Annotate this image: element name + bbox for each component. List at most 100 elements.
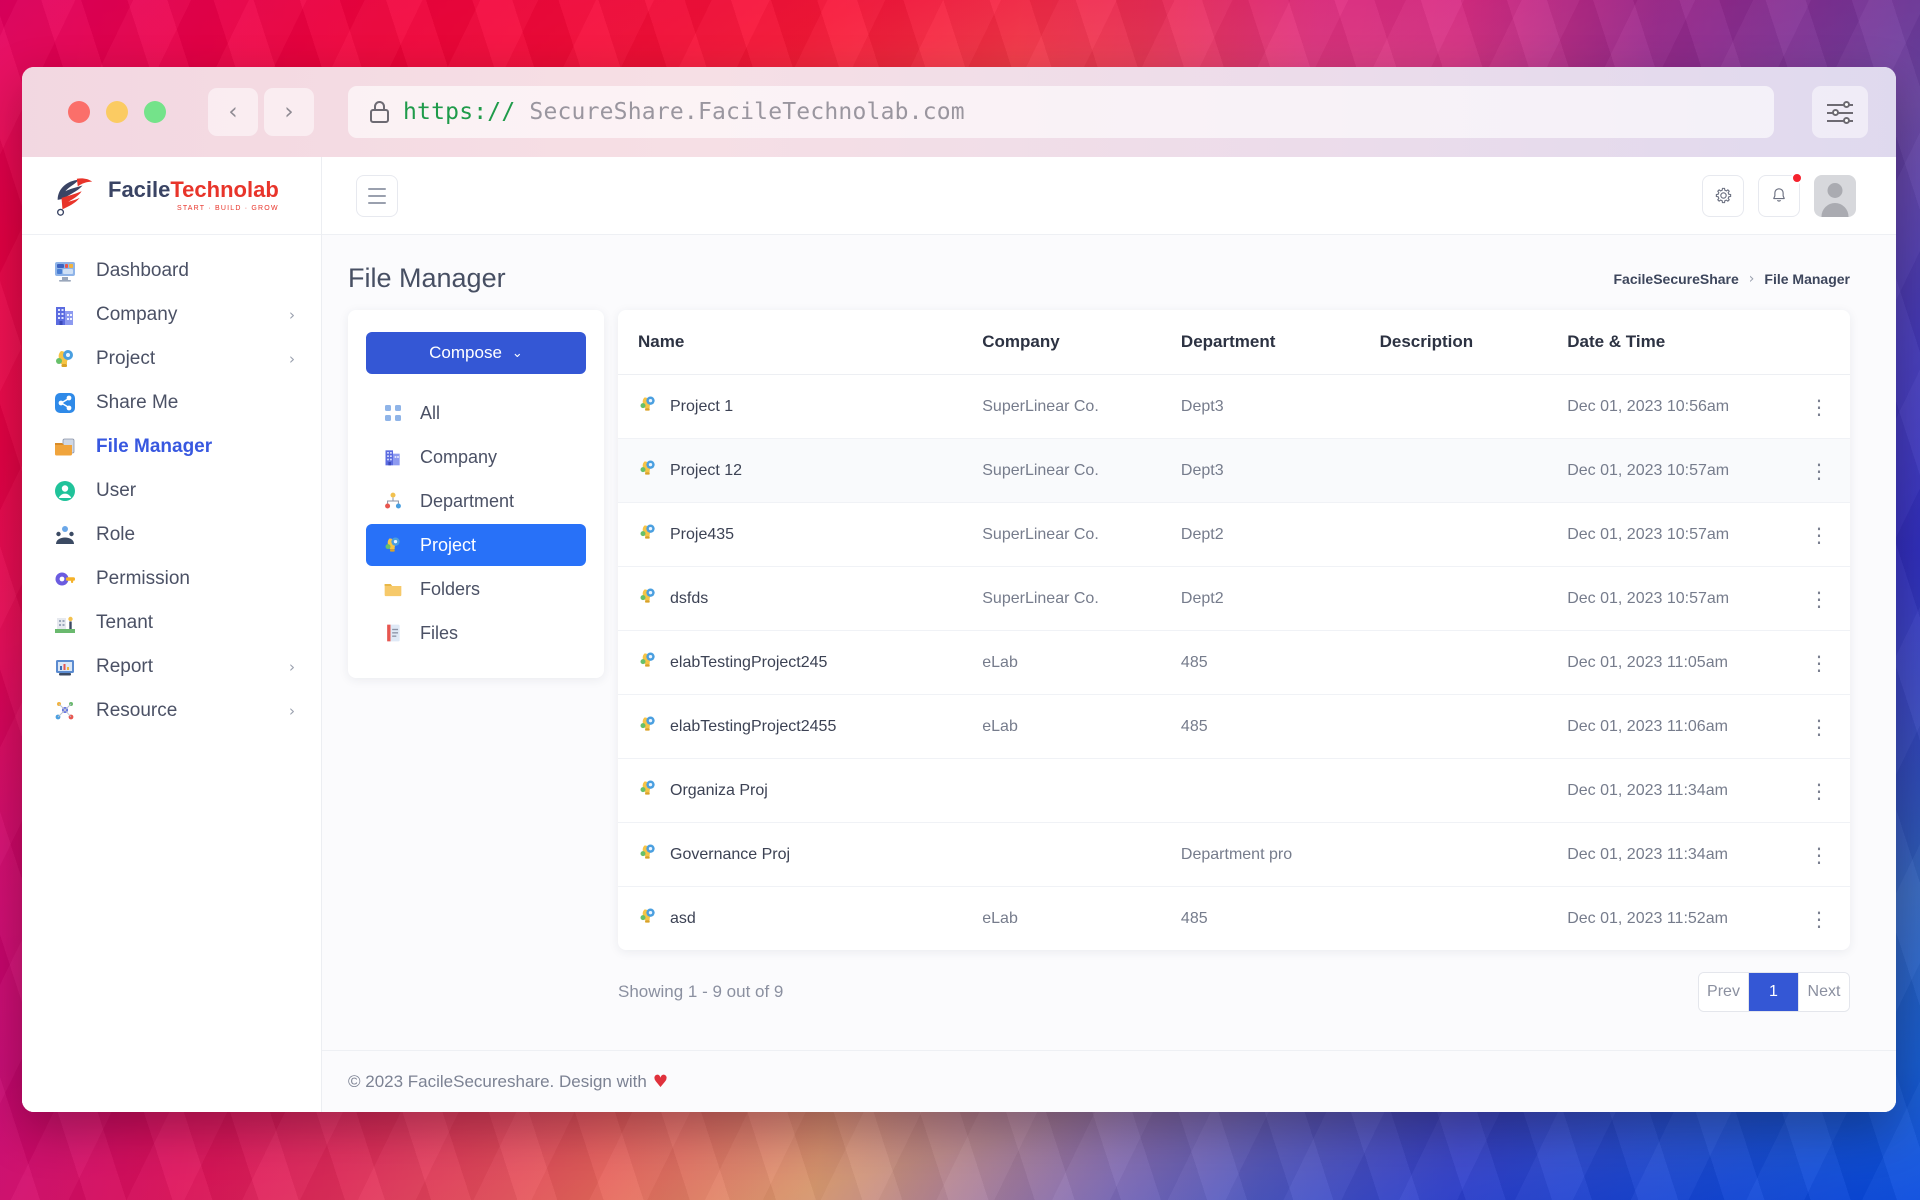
chevron-right-icon: › <box>1748 270 1755 287</box>
application-root: FacileTechnolab START · BUILD · GROW Das… <box>22 157 1896 1112</box>
row-name-text: asd <box>670 909 696 927</box>
sidebar-item-label: Company <box>96 304 178 325</box>
chevron-right-icon: › <box>289 306 295 324</box>
row-menu-button[interactable]: ⋮ <box>1788 630 1850 695</box>
sidebar-item-report[interactable]: Report › <box>22 645 321 689</box>
file-table-card: Name Company Department Description Date… <box>618 310 1850 950</box>
breadcrumb-item-root[interactable]: FacileSecureShare <box>1614 271 1739 287</box>
cell-company: SuperLinear Co. <box>982 566 1181 631</box>
filter-item-department[interactable]: Department <box>366 480 586 522</box>
filter-item-label: Folders <box>420 578 481 599</box>
row-menu-button[interactable]: ⋮ <box>1788 694 1850 759</box>
minimize-window-button[interactable] <box>106 101 128 123</box>
pagination-prev[interactable]: Prev <box>1699 973 1749 1011</box>
table-row[interactable]: elabTestingProject2455 eLab 485 Dec 01, 202… <box>618 694 1850 759</box>
company-icon <box>52 302 78 328</box>
project-icon <box>638 586 658 611</box>
browser-settings-button[interactable] <box>1812 86 1868 138</box>
sidebar-item-company[interactable]: Company › <box>22 293 321 337</box>
cell-datetime: Dec 01, 2023 11:52am <box>1567 909 1728 927</box>
window-traffic-lights <box>68 101 166 123</box>
table-row[interactable]: Project 1 SuperLinear Co. Dept3 Dec 01, 202… <box>618 374 1850 439</box>
column-header-department[interactable]: Department <box>1180 310 1380 375</box>
chevron-right-icon: › <box>289 350 295 368</box>
forward-button[interactable]: › <box>264 88 314 136</box>
table-row[interactable]: Organiza Proj Dec 01, 2023 11:34am ⋮ <box>618 758 1850 823</box>
sidebar-item-label: Permission <box>96 568 190 589</box>
facile-technolab-logo-icon <box>56 177 93 216</box>
filter-item-all[interactable]: All <box>366 392 586 434</box>
sidebar-item-role[interactable]: Role <box>22 513 321 557</box>
sidebar-item-user[interactable]: User <box>22 469 321 513</box>
sidebar-item-project[interactable]: Project › <box>22 337 321 381</box>
table-row[interactable]: Proje435 SuperLinear Co. Dept2 Dec 01, 2023… <box>618 502 1850 567</box>
user-icon <box>52 478 78 504</box>
settings-button[interactable] <box>1702 174 1744 217</box>
row-menu-button[interactable]: ⋮ <box>1788 438 1850 503</box>
url-host: SecureShare.FacileTechnolab.com <box>529 99 965 125</box>
cell-name: Organiza Proj <box>618 758 983 823</box>
cell-datetime: Dec 01, 2023 11:34am <box>1567 758 1788 823</box>
hamburger-icon[interactable] <box>356 174 398 217</box>
pagination-page-1[interactable]: 1 <box>1749 973 1799 1011</box>
row-menu-button[interactable]: ⋮ <box>1788 887 1850 951</box>
cell-company: SuperLinear Co. <box>982 438 1181 503</box>
project-icon <box>52 346 78 372</box>
maximize-window-button[interactable] <box>144 101 166 123</box>
cell-name: dsfds <box>618 566 983 631</box>
table-row[interactable]: asd eLab 485 Dec 01, 2023 11:52am ⋮ <box>618 887 1850 951</box>
sidebar-item-resource[interactable]: Resource › <box>22 689 321 733</box>
project-icon <box>638 522 658 547</box>
row-menu-button[interactable]: ⋮ <box>1788 374 1850 439</box>
table-row[interactable]: dsfds SuperLinear Co. Dept2 Dec 01, 2023 10… <box>618 566 1850 631</box>
compose-button[interactable]: Compose ⌄ <box>366 332 586 374</box>
sidebar-item-permission[interactable]: Permission <box>22 557 321 601</box>
sidebar-item-dashboard[interactable]: Dashboard <box>22 249 321 293</box>
project-icon <box>638 394 658 419</box>
sidebar-item-file-manager[interactable]: File Manager <box>22 425 321 469</box>
close-window-button[interactable] <box>68 101 90 123</box>
project-icon <box>638 650 658 675</box>
table-row[interactable]: Project 12 SuperLinear Co. Dept3 Dec 01, 20… <box>618 438 1850 503</box>
workspace: Compose ⌄ All Company Department Project… <box>322 310 1896 950</box>
avatar[interactable] <box>1814 174 1856 217</box>
table-row[interactable]: elabTestingProject245 eLab 485 Dec 01, 2023… <box>618 630 1850 695</box>
grid-icon <box>382 402 404 424</box>
row-menu-button[interactable]: ⋮ <box>1788 502 1850 567</box>
sidebar-item-label: Resource <box>96 700 178 721</box>
filter-item-files[interactable]: Files <box>366 612 586 654</box>
sliders-icon <box>1827 101 1853 124</box>
cell-name: Project 12 <box>618 438 983 503</box>
back-button[interactable]: ‹ <box>208 88 258 136</box>
filter-item-company[interactable]: Company <box>366 436 586 478</box>
file-icon <box>382 622 404 644</box>
column-header-datetime[interactable]: Date & Time <box>1567 310 1788 375</box>
column-header-description[interactable]: Description <box>1379 310 1568 375</box>
table-row[interactable]: Governance Proj Department pro Dec 01, 202… <box>618 822 1850 887</box>
cell-company: SuperLinear Co. <box>982 502 1181 567</box>
filter-item-folders[interactable]: Folders <box>366 568 586 610</box>
sidebar-item-share-me[interactable]: Share Me <box>22 381 321 425</box>
permission-icon <box>52 566 78 592</box>
cell-datetime: Dec 01, 2023 10:57am <box>1567 438 1788 503</box>
column-header-company[interactable]: Company <box>982 310 1181 375</box>
cell-name: Project 1 <box>618 374 983 439</box>
sidebar-item-tenant[interactable]: Tenant <box>22 601 321 645</box>
brand-logo[interactable]: FacileTechnolab START · BUILD · GROW <box>22 157 321 235</box>
row-menu-button[interactable]: ⋮ <box>1788 758 1850 823</box>
row-name-text: Project 12 <box>670 461 743 479</box>
filter-item-project[interactable]: Project <box>366 524 586 566</box>
desktop-wallpaper: ‹ › https:// SecureShare.FacileTechnolab.… <box>0 0 1920 1200</box>
brand-tagline: START · BUILD · GROW <box>176 205 279 212</box>
column-header-name[interactable]: Name <box>618 310 983 375</box>
column-header-actions <box>1788 310 1850 375</box>
cell-datetime: Dec 01, 2023 10:57am <box>1567 566 1788 631</box>
address-bar[interactable]: https:// SecureShare.FacileTechnolab.com <box>348 86 1774 138</box>
row-name-text: Proje435 <box>670 525 735 543</box>
notifications-button[interactable] <box>1758 171 1803 217</box>
row-menu-button[interactable]: ⋮ <box>1788 822 1850 887</box>
pagination-next[interactable]: Next <box>1799 973 1849 1011</box>
cell-description <box>1379 822 1568 887</box>
row-menu-button[interactable]: ⋮ <box>1788 566 1850 631</box>
row-name-text: elabTestingProject2455 <box>670 717 837 735</box>
